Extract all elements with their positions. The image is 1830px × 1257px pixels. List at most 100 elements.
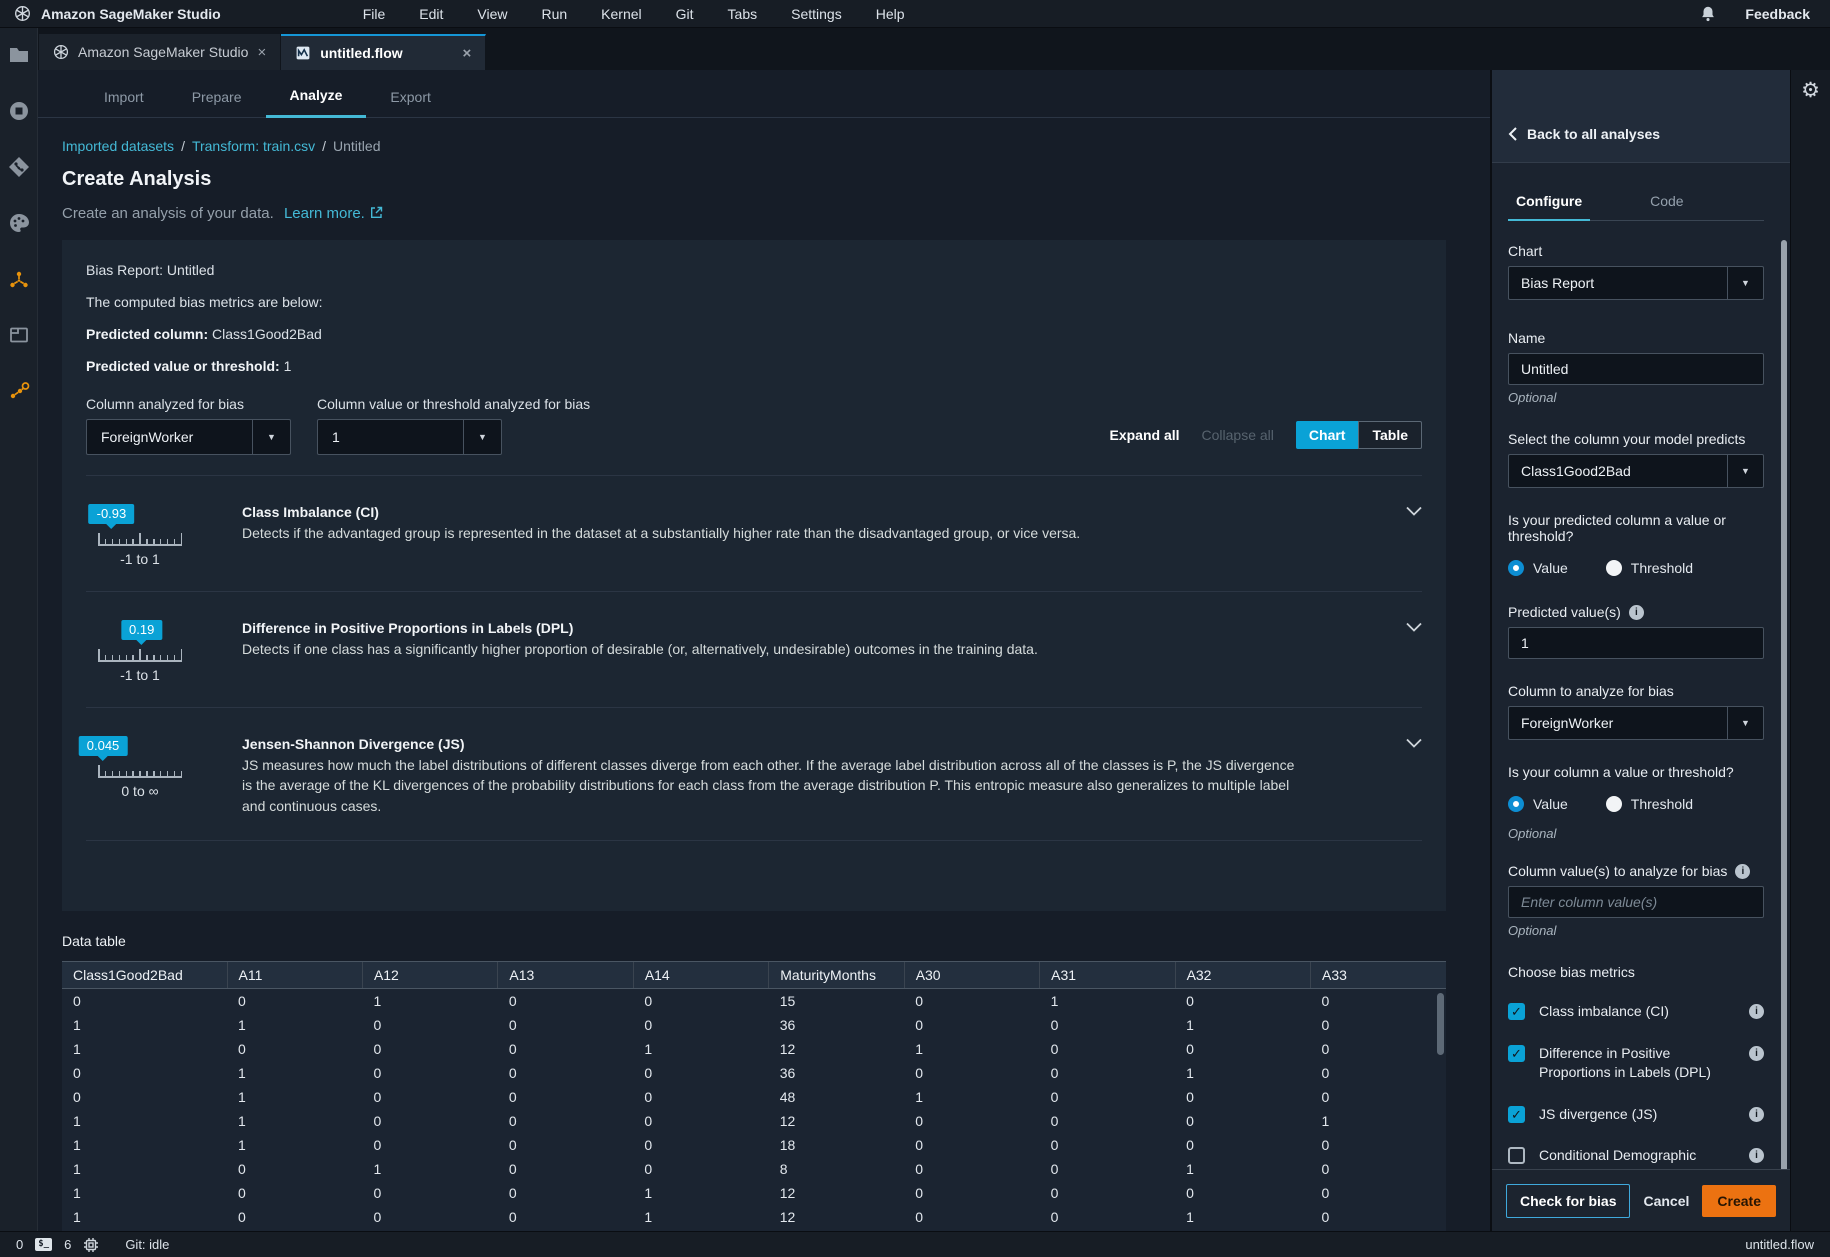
- sidebar-scrollbar[interactable]: [1781, 240, 1787, 1225]
- metric-value-badge: 0.045: [79, 736, 128, 756]
- radio-option-value[interactable]: Value: [1508, 560, 1568, 576]
- tab-configure[interactable]: Configure: [1508, 193, 1590, 221]
- chevron-down-icon[interactable]: ▼: [1727, 267, 1763, 299]
- back-to-analyses-button[interactable]: Back to all analyses: [1508, 126, 1660, 142]
- table-cell: 0: [227, 1205, 362, 1229]
- predicted-values-input[interactable]: [1508, 627, 1764, 659]
- table-vertical-scrollbar[interactable]: [1437, 993, 1444, 1055]
- metric-range-label: -1 to 1: [98, 667, 182, 683]
- collapse-all-button[interactable]: Collapse all: [1202, 427, 1274, 443]
- table-cell: 1: [362, 1157, 497, 1181]
- chart-select[interactable]: Bias Report ▼: [1508, 266, 1764, 300]
- table-cell: 0: [362, 1181, 497, 1205]
- chevron-down-icon[interactable]: ▼: [1727, 707, 1763, 739]
- cancel-button[interactable]: Cancel: [1635, 1185, 1697, 1217]
- learn-more-link[interactable]: Learn more.: [284, 205, 365, 222]
- file-browser-icon[interactable]: [8, 44, 30, 66]
- notifications-bell-icon[interactable]: [1699, 5, 1717, 23]
- chevron-down-icon[interactable]: ▼: [463, 420, 501, 454]
- create-button[interactable]: Create: [1702, 1185, 1776, 1217]
- chevron-down-icon[interactable]: [1406, 622, 1422, 632]
- running-terminals-icon[interactable]: [8, 100, 30, 122]
- tab-code[interactable]: Code: [1642, 193, 1691, 220]
- check-for-bias-button[interactable]: Check for bias: [1506, 1184, 1630, 1218]
- table-row: 11000360010: [62, 1013, 1446, 1037]
- chart-toggle-button[interactable]: Chart: [1296, 421, 1359, 449]
- breadcrumb-transform[interactable]: Transform: train.csv: [192, 138, 315, 154]
- radio-option-value[interactable]: Value: [1508, 796, 1568, 812]
- close-tab-icon[interactable]: ×: [462, 45, 471, 62]
- radio-unselected-icon[interactable]: [1606, 796, 1622, 812]
- menu-run[interactable]: Run: [529, 3, 579, 25]
- info-icon[interactable]: i: [1749, 1107, 1764, 1122]
- tab-analyze[interactable]: Analyze: [266, 77, 367, 118]
- table-cell: 1: [227, 1013, 362, 1037]
- tab-export[interactable]: Export: [366, 79, 454, 117]
- column-values-input[interactable]: [1508, 886, 1764, 918]
- metric-ruler: [98, 650, 182, 662]
- tab-import[interactable]: Import: [80, 79, 168, 117]
- chevron-down-icon[interactable]: ▼: [252, 420, 290, 454]
- radio-label: Value: [1533, 796, 1568, 812]
- feedback-button[interactable]: Feedback: [1745, 6, 1810, 22]
- radio-unselected-icon[interactable]: [1606, 560, 1622, 576]
- menu-edit[interactable]: Edit: [407, 3, 455, 25]
- commands-palette-icon[interactable]: [8, 212, 30, 234]
- radio-option-threshold[interactable]: Threshold: [1606, 796, 1693, 812]
- table-cell: 0: [1311, 1133, 1447, 1157]
- menu-settings[interactable]: Settings: [779, 3, 854, 25]
- radio-selected-icon[interactable]: [1508, 560, 1524, 576]
- data-wrangler-icon[interactable]: [8, 268, 30, 290]
- gear-icon[interactable]: ⚙: [1801, 80, 1820, 101]
- chevron-down-icon[interactable]: ▼: [1727, 455, 1763, 487]
- git-icon[interactable]: [8, 156, 30, 178]
- expand-all-button[interactable]: Expand all: [1110, 427, 1180, 443]
- external-link-icon: [370, 206, 383, 219]
- radio-option-threshold[interactable]: Threshold: [1606, 560, 1693, 576]
- checkbox-unchecked-icon[interactable]: [1508, 1147, 1525, 1164]
- table-cell: 0: [1040, 1157, 1175, 1181]
- chevron-down-icon[interactable]: [1406, 506, 1422, 516]
- predict-column-select[interactable]: Class1Good2Bad ▼: [1508, 454, 1764, 488]
- table-cell: 0: [1040, 1205, 1175, 1229]
- tab-prepare[interactable]: Prepare: [168, 79, 266, 117]
- info-icon[interactable]: i: [1749, 1148, 1764, 1163]
- close-tab-icon[interactable]: ×: [257, 44, 266, 61]
- column-analyzed-select[interactable]: ForeignWorker ▼: [86, 419, 291, 455]
- table-cell: 1: [1175, 1061, 1310, 1085]
- menu-kernel[interactable]: Kernel: [589, 3, 653, 25]
- menu-git[interactable]: Git: [664, 3, 706, 25]
- pipeline-icon[interactable]: [8, 380, 30, 402]
- metric-value-badge: -0.93: [89, 504, 135, 524]
- checkbox-checked-icon[interactable]: ✓: [1508, 1106, 1525, 1123]
- info-icon[interactable]: i: [1735, 864, 1750, 879]
- kernel-chip-icon[interactable]: [83, 1237, 99, 1253]
- radio-selected-icon[interactable]: [1508, 796, 1524, 812]
- terminal-icon[interactable]: $_: [35, 1238, 52, 1251]
- table-cell: 0: [227, 1181, 362, 1205]
- metric-description: JS measures how much the label distribut…: [242, 755, 1302, 816]
- tab-untitled-flow[interactable]: untitled.flow ×: [281, 34, 486, 70]
- menu-file[interactable]: File: [351, 3, 398, 25]
- column-value-select[interactable]: 1 ▼: [317, 419, 502, 455]
- info-icon[interactable]: i: [1629, 605, 1644, 620]
- name-input[interactable]: [1508, 353, 1764, 385]
- bias-column-select[interactable]: ForeignWorker ▼: [1508, 706, 1764, 740]
- table-cell: 1: [62, 1109, 227, 1133]
- menu-tabs[interactable]: Tabs: [716, 3, 770, 25]
- breadcrumb-imported-datasets[interactable]: Imported datasets: [62, 138, 174, 154]
- info-icon[interactable]: i: [1749, 1004, 1764, 1019]
- table-toggle-button[interactable]: Table: [1358, 421, 1422, 449]
- menu-help[interactable]: Help: [864, 3, 917, 25]
- column-radio-group: Value Threshold: [1508, 796, 1764, 812]
- checkbox-checked-icon[interactable]: ✓: [1508, 1003, 1525, 1020]
- open-tabs-icon[interactable]: [8, 324, 30, 346]
- menu-view[interactable]: View: [465, 3, 519, 25]
- info-icon[interactable]: i: [1749, 1046, 1764, 1061]
- table-cell: 1: [1175, 1205, 1310, 1229]
- checkbox-checked-icon[interactable]: ✓: [1508, 1045, 1525, 1062]
- chevron-down-icon[interactable]: [1406, 738, 1422, 748]
- tab-sagemaker-studio[interactable]: Amazon SageMaker Studio ×: [39, 34, 281, 70]
- table-cell: 1: [1175, 1229, 1310, 1231]
- table-cell: 1: [62, 1157, 227, 1181]
